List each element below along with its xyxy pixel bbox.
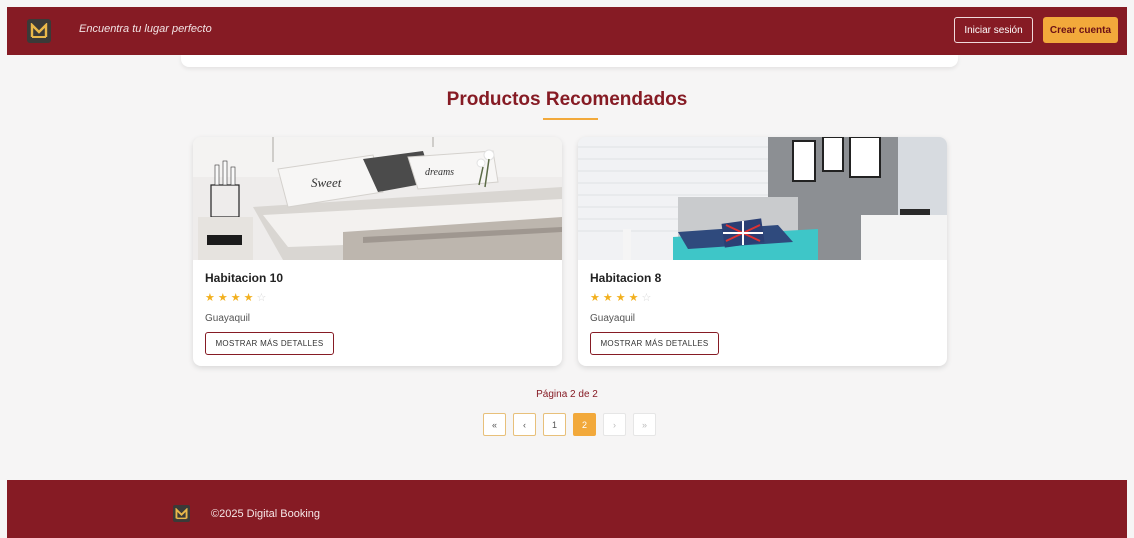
brand-logo-icon[interactable] — [27, 19, 51, 43]
last-page-button[interactable]: » — [633, 413, 656, 436]
star-filled-icon: ★ — [590, 292, 603, 304]
copyright-text: ©2025 Digital Booking — [211, 508, 321, 520]
prev-page-button[interactable]: ‹ — [513, 413, 536, 436]
star-filled-icon: ★ — [205, 292, 218, 304]
top-navbar: Encuentra tu lugar perfecto Iniciar sesi… — [7, 7, 1127, 55]
show-details-button[interactable]: MOSTRAR MÁS DETALLES — [205, 332, 334, 355]
first-page-button[interactable]: « — [483, 413, 506, 436]
tagline: Encuentra tu lugar perfecto — [79, 23, 212, 35]
product-city: Guayaquil — [590, 313, 636, 324]
footer-logo-icon — [173, 505, 190, 522]
signup-button[interactable]: Crear cuenta — [1043, 17, 1118, 43]
star-empty-icon: ☆ — [256, 292, 270, 304]
page-1-button[interactable]: 1 — [543, 413, 566, 436]
product-image[interactable] — [578, 137, 947, 260]
footer: ©2025 Digital Booking — [7, 480, 1127, 538]
star-filled-icon: ★ — [217, 292, 231, 304]
star-filled-icon: ★ — [602, 292, 616, 304]
section-title: Productos Recomendados — [446, 89, 688, 110]
show-details-button[interactable]: MOSTRAR MÁS DETALLES — [590, 332, 719, 355]
pagination-info: Página 2 de 2 — [536, 389, 598, 400]
product-card: Habitacion 8 ★★★★☆ Guayaquil MOSTRAR MÁS… — [578, 137, 947, 366]
search-panel-edge — [181, 55, 958, 67]
page-2-button[interactable]: 2 — [573, 413, 596, 436]
product-title[interactable]: Habitacion 8 — [590, 271, 661, 285]
star-filled-icon: ★ — [243, 292, 257, 304]
next-page-button[interactable]: › — [603, 413, 626, 436]
star-filled-icon: ★ — [628, 292, 642, 304]
star-filled-icon: ★ — [230, 292, 244, 304]
star-filled-icon: ★ — [615, 292, 629, 304]
rating-stars: ★★★★☆ — [205, 291, 269, 304]
rating-stars: ★★★★☆ — [590, 291, 654, 304]
product-city: Guayaquil — [205, 313, 251, 324]
product-image[interactable]: Sweet dreams — [193, 137, 562, 260]
star-empty-icon: ☆ — [641, 292, 655, 304]
pagination: « ‹ 1 2 › » — [483, 413, 656, 436]
title-underline — [543, 118, 598, 120]
svg-text:Sweet: Sweet — [311, 175, 342, 190]
product-title[interactable]: Habitacion 10 — [205, 271, 283, 285]
svg-text:dreams: dreams — [425, 167, 454, 178]
login-button[interactable]: Iniciar sesión — [954, 17, 1033, 43]
product-card: Sweet dreams Habitacion 10 ★★★★☆ Guayaqu… — [193, 137, 562, 366]
